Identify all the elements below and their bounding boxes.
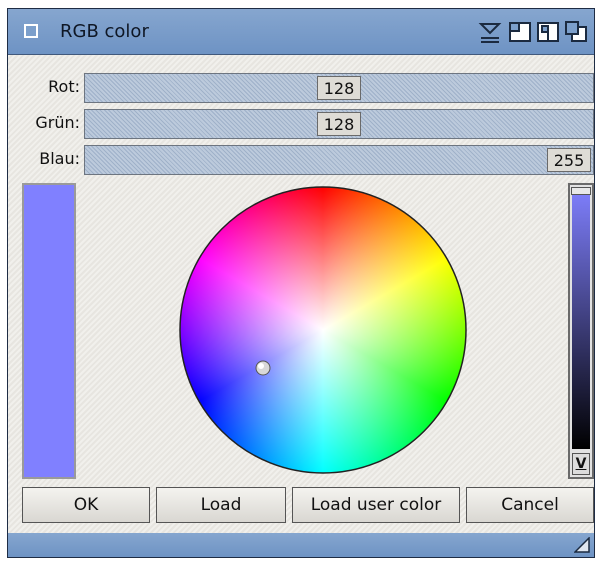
rgb-color-window: RGB color Rot: 128 Grün: 128 Blau: 255 V… <box>7 8 595 558</box>
brightness-arrow-label: V <box>575 456 587 472</box>
red-label: Rot: <box>48 77 80 96</box>
blue-slider[interactable]: 255 <box>84 145 594 175</box>
zoom-icon[interactable] <box>508 20 532 44</box>
iconify-icon[interactable] <box>478 20 502 44</box>
green-slider[interactable]: 128 <box>84 109 594 139</box>
blue-slider-knob[interactable]: 255 <box>547 148 591 172</box>
green-label: Grün: <box>35 113 80 132</box>
color-preview-swatch <box>22 183 76 479</box>
brightness-slider[interactable]: V <box>568 183 594 479</box>
red-slider[interactable]: 128 <box>84 73 594 103</box>
resize-icon[interactable] <box>574 537 590 553</box>
color-wheel[interactable] <box>178 185 468 475</box>
snapshot-icon[interactable] <box>536 20 560 44</box>
wheel-picker-handle[interactable] <box>255 360 271 376</box>
title-bar[interactable]: RGB color <box>8 9 594 55</box>
dialog-body: Rot: 128 Grün: 128 Blau: 255 V OK Load L… <box>8 55 594 533</box>
ok-button[interactable]: OK <box>22 487 150 523</box>
brightness-slider-knob[interactable] <box>571 187 591 195</box>
brightness-gradient <box>572 187 590 449</box>
green-slider-knob[interactable]: 128 <box>317 112 361 136</box>
blue-label: Blau: <box>39 149 80 168</box>
window-title: RGB color <box>60 21 149 42</box>
load-user-color-button[interactable]: Load user color <box>292 487 460 523</box>
cancel-button[interactable]: Cancel <box>466 487 594 523</box>
load-button[interactable]: Load <box>156 487 286 523</box>
status-bar <box>8 533 594 557</box>
close-icon[interactable] <box>24 24 38 38</box>
red-slider-knob[interactable]: 128 <box>317 76 361 100</box>
brightness-arrow-button[interactable]: V <box>572 453 590 475</box>
depth-icon[interactable] <box>564 20 588 44</box>
